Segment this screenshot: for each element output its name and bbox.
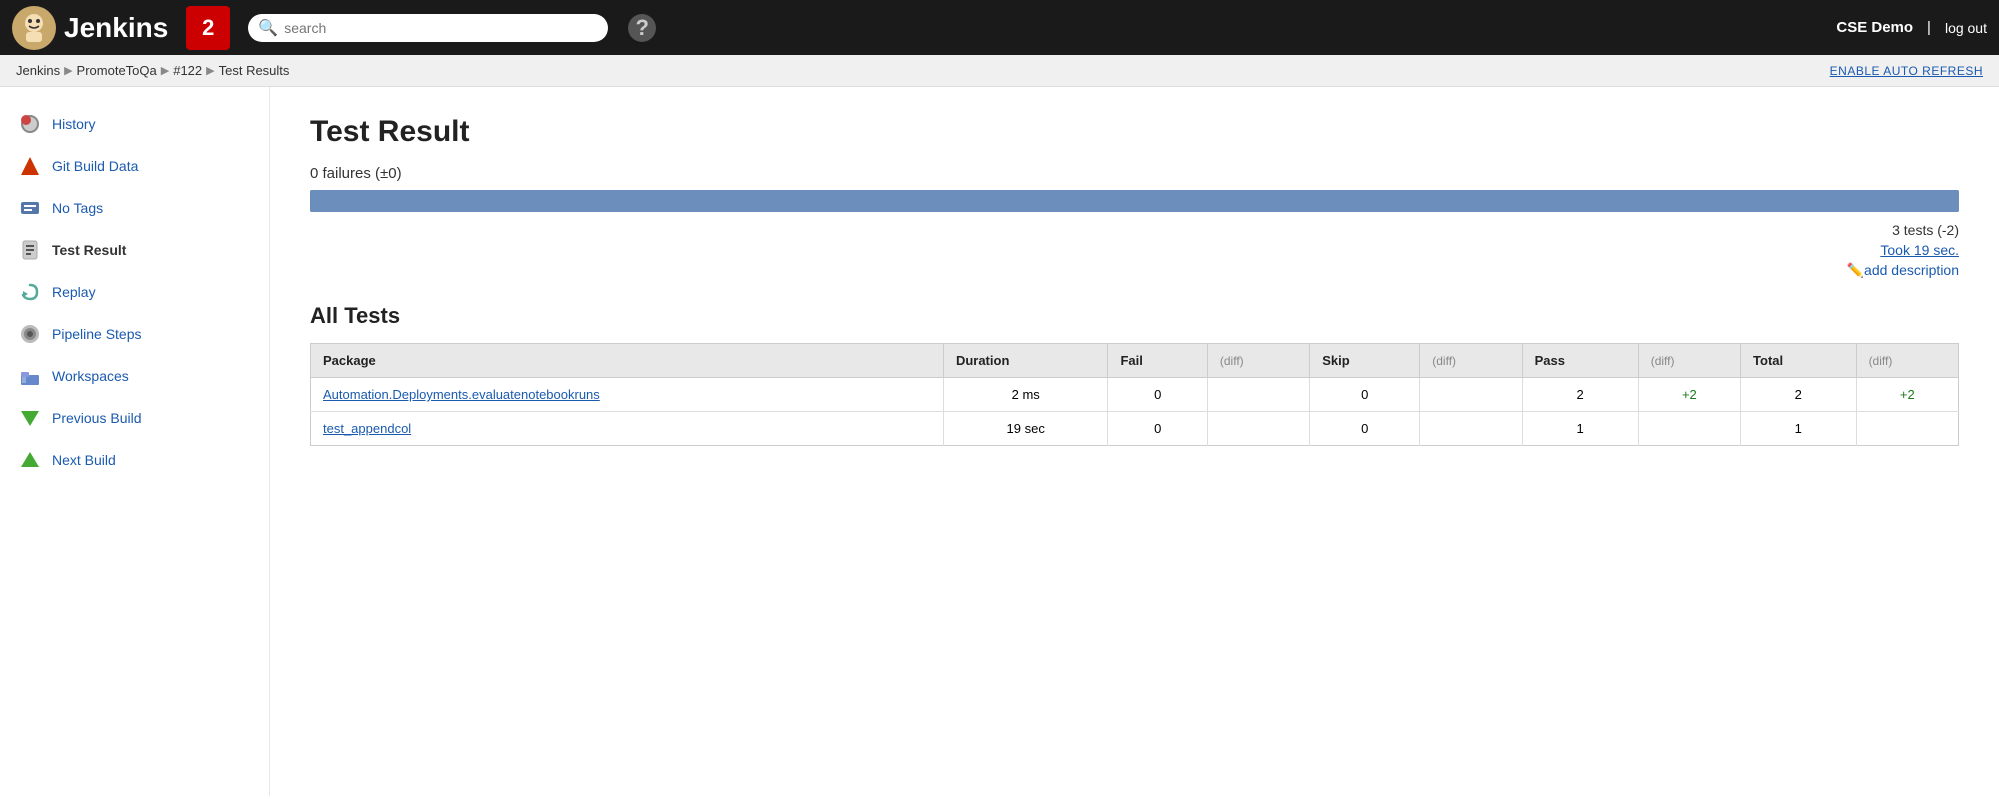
divider: |: [1927, 19, 1931, 36]
main-content: Test Result 0 failures (±0) 3 tests (-2)…: [270, 87, 1999, 796]
sidebar-previous-label: Previous Build: [52, 410, 142, 426]
pkg-link[interactable]: test_appendcol: [323, 421, 411, 436]
search-input[interactable]: [284, 20, 598, 36]
duration-cell: 19 sec: [943, 412, 1108, 446]
git-build-icon: [18, 154, 42, 178]
sidebar: History Git Build Data No Tags Test Resu…: [0, 87, 270, 796]
logout-link[interactable]: log out: [1945, 20, 1987, 36]
took-link[interactable]: Took 19 sec.: [310, 242, 1959, 258]
fail-cell: 0: [1108, 412, 1207, 446]
breadcrumb-promote-to-qa[interactable]: PromoteToQa: [77, 63, 157, 78]
help-icon[interactable]: ?: [628, 14, 656, 42]
skip-diff-cell: [1420, 412, 1522, 446]
skip-cell: 0: [1310, 412, 1420, 446]
test-result-icon: [18, 238, 42, 262]
pkg-cell[interactable]: test_appendcol: [311, 412, 944, 446]
col-header-total-diff: (diff): [1856, 344, 1958, 378]
sidebar-git-label: Git Build Data: [52, 158, 138, 174]
add-description-row[interactable]: ✏️add description: [310, 262, 1959, 279]
breadcrumb-jenkins[interactable]: Jenkins: [16, 63, 60, 78]
col-header-pass-diff: (diff): [1638, 344, 1740, 378]
pkg-link[interactable]: Automation.Deployments.evaluatenotebookr…: [323, 387, 600, 402]
col-header-skip: Skip: [1310, 344, 1420, 378]
col-header-duration: Duration: [943, 344, 1108, 378]
jenkins-logo-icon: [12, 6, 56, 50]
user-area: CSE Demo | log out: [1836, 19, 1987, 36]
user-name: CSE Demo: [1836, 19, 1913, 36]
total-diff-cell: [1856, 412, 1958, 446]
duration-cell: 2 ms: [943, 378, 1108, 412]
breadcrumb-test-results: Test Results: [219, 63, 290, 78]
previous-build-icon: [18, 406, 42, 430]
skip-diff-cell: [1420, 378, 1522, 412]
col-header-fail: Fail: [1108, 344, 1207, 378]
sidebar-item-test-result[interactable]: Test Result: [0, 229, 269, 271]
table-row: Automation.Deployments.evaluatenotebookr…: [311, 378, 1959, 412]
pass-diff-cell: +2: [1638, 378, 1740, 412]
sidebar-test-result-label: Test Result: [52, 242, 126, 258]
col-header-fail-diff: (diff): [1207, 344, 1309, 378]
col-header-skip-diff: (diff): [1420, 344, 1522, 378]
pass-cell: 2: [1522, 378, 1638, 412]
failures-text: 0 failures (±0): [310, 165, 1959, 182]
next-build-icon: [18, 448, 42, 472]
breadcrumb-sep-2: ▶: [161, 64, 169, 77]
skip-cell: 0: [1310, 378, 1420, 412]
layout: History Git Build Data No Tags Test Resu…: [0, 87, 1999, 796]
total-diff-cell: +2: [1856, 378, 1958, 412]
logo-area: Jenkins: [12, 6, 168, 50]
progress-bar: [310, 190, 1959, 212]
search-icon: 🔍: [258, 18, 278, 38]
workspaces-icon: [18, 364, 42, 388]
total-cell: 1: [1741, 412, 1857, 446]
stats-row: 3 tests (-2): [310, 222, 1959, 238]
breadcrumb-sep-1: ▶: [64, 64, 72, 77]
sidebar-replay-label: Replay: [52, 284, 96, 300]
notification-badge[interactable]: 2: [186, 6, 230, 50]
sidebar-history-label: History: [52, 116, 96, 132]
no-tags-icon: [18, 196, 42, 220]
auto-refresh-link[interactable]: ENABLE AUTO REFRESH: [1830, 64, 1983, 78]
sidebar-item-git-build-data[interactable]: Git Build Data: [0, 145, 269, 187]
fail-diff-cell: [1207, 378, 1309, 412]
pipeline-steps-icon: [18, 322, 42, 346]
breadcrumb: Jenkins ▶ PromoteToQa ▶ #122 ▶ Test Resu…: [0, 55, 1999, 87]
all-tests-title: All Tests: [310, 303, 1959, 329]
breadcrumb-sep-3: ▶: [206, 64, 214, 77]
header: Jenkins 2 🔍 ? CSE Demo | log out: [0, 0, 1999, 55]
replay-icon: [18, 280, 42, 304]
pass-diff-cell: [1638, 412, 1740, 446]
fail-cell: 0: [1108, 378, 1207, 412]
tests-table: Package Duration Fail (diff) Skip (diff)…: [310, 343, 1959, 446]
fail-diff-cell: [1207, 412, 1309, 446]
pass-cell: 1: [1522, 412, 1638, 446]
sidebar-item-pipeline-steps[interactable]: Pipeline Steps: [0, 313, 269, 355]
sidebar-next-label: Next Build: [52, 452, 116, 468]
sidebar-item-replay[interactable]: Replay: [0, 271, 269, 313]
sidebar-item-previous-build[interactable]: Previous Build: [0, 397, 269, 439]
table-row: test_appendcol 19 sec 0 0 1 1: [311, 412, 1959, 446]
col-header-package: Package: [311, 344, 944, 378]
sidebar-item-next-build[interactable]: Next Build: [0, 439, 269, 481]
col-header-pass: Pass: [1522, 344, 1638, 378]
search-container: 🔍: [248, 14, 608, 42]
history-icon: [18, 112, 42, 136]
pkg-cell[interactable]: Automation.Deployments.evaluatenotebookr…: [311, 378, 944, 412]
breadcrumb-build-number[interactable]: #122: [173, 63, 202, 78]
sidebar-item-history[interactable]: History: [0, 103, 269, 145]
sidebar-workspaces-label: Workspaces: [52, 368, 129, 384]
sidebar-item-no-tags[interactable]: No Tags: [0, 187, 269, 229]
col-header-total: Total: [1741, 344, 1857, 378]
sidebar-item-workspaces[interactable]: Workspaces: [0, 355, 269, 397]
sidebar-pipeline-label: Pipeline Steps: [52, 326, 142, 342]
page-title: Test Result: [310, 115, 1959, 149]
jenkins-title: Jenkins: [64, 12, 168, 44]
sidebar-no-tags-label: No Tags: [52, 200, 103, 216]
breadcrumb-left: Jenkins ▶ PromoteToQa ▶ #122 ▶ Test Resu…: [16, 63, 289, 78]
total-cell: 2: [1741, 378, 1857, 412]
